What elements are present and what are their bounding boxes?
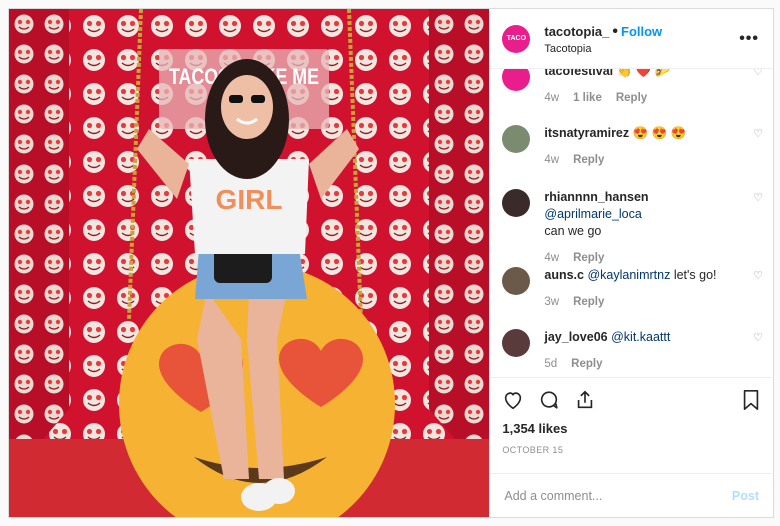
like-heart-icon[interactable] (502, 389, 524, 411)
comment-like-heart-icon[interactable]: ♡ (749, 331, 763, 373)
follow-button[interactable]: Follow (621, 24, 662, 39)
comment-item: jay_love06 @kit.kaattt 5d Reply ♡ (502, 329, 763, 373)
comment-like-heart-icon[interactable]: ♡ (749, 269, 763, 311)
post-frame: TACOS MAKE ME GIRL (8, 8, 774, 518)
comment-avatar[interactable] (502, 189, 531, 217)
add-comment-bar: Post (490, 473, 773, 517)
post-actions (490, 377, 773, 421)
comment-username[interactable]: itsnatyramirez (544, 126, 629, 140)
comment-mention[interactable]: @aprilmarie_loca (544, 207, 641, 221)
bookmark-icon[interactable] (741, 389, 761, 411)
comment-username[interactable]: rhiannnn_hansen (544, 190, 648, 204)
reply-button[interactable]: Reply (571, 358, 602, 370)
add-comment-input[interactable] (504, 488, 732, 503)
comments-list[interactable]: tacofestival 👏 ❤️ 🌮 4w 1 like Reply ♡ itsn… (490, 69, 773, 377)
post-side-panel: TACO tacotopia_ • Follow Tacotopia ••• tac… (489, 9, 773, 517)
share-icon[interactable] (574, 389, 596, 411)
comment-item: auns.c @kaylanimrtnz let's go! 3w Reply ♡ (502, 267, 763, 311)
comment-text: 😍 😍 😍 (632, 126, 687, 140)
reply-button[interactable]: Reply (573, 252, 604, 264)
reply-button[interactable]: Reply (573, 296, 604, 308)
post-location[interactable]: Tacotopia (544, 43, 739, 55)
likes-count[interactable]: 1,354 likes (490, 421, 773, 439)
comment-time[interactable]: 4w (544, 252, 559, 264)
comment-item: itsnatyramirez 😍 😍 😍 4w Reply ♡ (502, 125, 763, 169)
post-username[interactable]: tacotopia_ (544, 24, 609, 39)
post-photo[interactable]: TACOS MAKE ME GIRL (9, 9, 490, 517)
comment-mention[interactable]: @kit.kaattt (611, 330, 670, 344)
reply-button[interactable]: Reply (573, 154, 604, 166)
comment-likes[interactable]: 1 like (573, 92, 602, 104)
comment-item: rhiannnn_hansen @aprilmarie_loca can we … (502, 189, 763, 267)
post-date[interactable]: OCTOBER 15 (490, 439, 773, 465)
comment-avatar[interactable] (502, 329, 531, 357)
photo-illustration: TACOS MAKE ME GIRL (9, 9, 490, 517)
separator-dot: • (612, 22, 618, 40)
svg-text:GIRL: GIRL (216, 184, 283, 215)
comment-text: 👏 ❤️ 🌮 (616, 69, 671, 78)
comment-time[interactable]: 4w (544, 154, 559, 166)
comment-time[interactable]: 5d (544, 358, 557, 370)
comment-text: can we go (544, 224, 602, 238)
comment-like-heart-icon[interactable]: ♡ (749, 191, 763, 267)
post-comment-button[interactable]: Post (732, 489, 759, 503)
comment-username[interactable]: jay_love06 (544, 330, 607, 344)
comment-like-heart-icon[interactable]: ♡ (749, 127, 763, 169)
comment-mention[interactable]: @kaylanimrtnz (587, 268, 670, 282)
comment-text: let's go! (673, 268, 717, 282)
comment-avatar[interactable] (502, 69, 531, 91)
more-dots-icon[interactable]: ••• (739, 30, 759, 48)
comment-bubble-icon[interactable] (538, 389, 560, 411)
comment-avatar[interactable] (502, 125, 531, 153)
comment-username[interactable]: auns.c (544, 268, 584, 282)
post-header: TACO tacotopia_ • Follow Tacotopia ••• (490, 9, 773, 69)
comment-time[interactable]: 4w (544, 92, 559, 104)
comment-item: tacofestival 👏 ❤️ 🌮 4w 1 like Reply ♡ (502, 69, 763, 107)
reply-button[interactable]: Reply (616, 92, 647, 104)
comment-avatar[interactable] (502, 267, 531, 295)
comment-time[interactable]: 3w (544, 296, 559, 308)
comment-username[interactable]: tacofestival (544, 69, 613, 78)
profile-avatar[interactable]: TACO (502, 24, 531, 53)
comment-like-heart-icon[interactable]: ♡ (749, 69, 763, 107)
